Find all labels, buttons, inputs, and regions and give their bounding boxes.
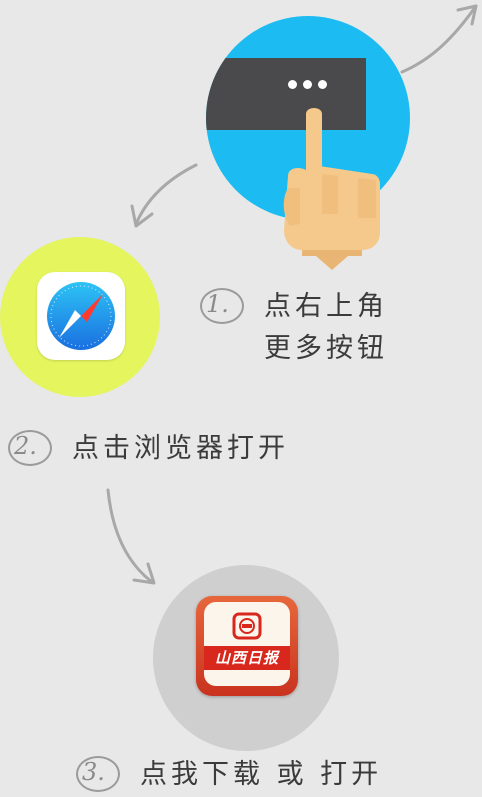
more-dots-icon [288, 80, 327, 89]
tapping-hand-icon [283, 108, 380, 270]
arrowhead-step2 [130, 204, 154, 228]
step3-number: 3. [82, 758, 105, 786]
step2-number: 2. [14, 432, 37, 460]
step3-label[interactable]: 点我下载 或 打开 [140, 752, 382, 791]
download-guide-page: 1. 点右上角 更多按钮 2. 点击浏览器打开 山西日报 3. 点我下载 或 打… [0, 0, 482, 797]
compass-icon [47, 282, 115, 350]
step1-label-line1: 点右上角 [264, 291, 388, 322]
step1-number: 1. [206, 290, 229, 318]
app-name: 山西日报 [204, 646, 290, 670]
arrow-to-top-right [400, 4, 478, 74]
safari-browser-icon[interactable] [37, 272, 125, 360]
arrow-step1-to-step2 [134, 163, 198, 226]
app-icon-inner: 山西日报 [204, 602, 290, 686]
app-icon[interactable]: 山西日报 [196, 596, 298, 696]
step1-label-line2: 更多按钮 [264, 333, 388, 364]
step2-label: 点击浏览器打开 [72, 433, 289, 464]
emblem-icon [232, 612, 262, 640]
arrow-step2-to-step3 [106, 488, 154, 584]
